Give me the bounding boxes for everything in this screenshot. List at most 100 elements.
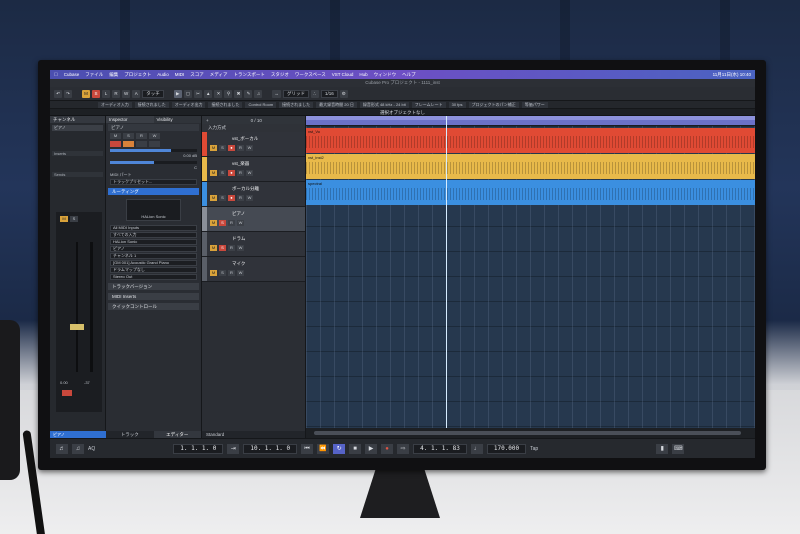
automation-mode-select[interactable]: タッチ <box>142 89 164 98</box>
midi-output-field[interactable]: HALion Sonic <box>110 239 197 245</box>
keyboard-icon[interactable]: ⌨ <box>672 443 685 454</box>
menu-workspace[interactable]: ワークスペース <box>295 72 326 78</box>
apple-icon[interactable]:  <box>54 72 58 78</box>
quick-controls-section[interactable]: クイックコントロール <box>108 303 199 310</box>
audio-event[interactable]: vst_inst2 <box>306 154 755 179</box>
mute-button[interactable]: M <box>82 89 90 98</box>
menu-score[interactable]: スコア <box>190 72 204 78</box>
track-mute-button[interactable]: M <box>210 220 217 226</box>
track-solo-button[interactable]: S <box>219 220 226 226</box>
track-write-button[interactable]: W <box>246 170 253 176</box>
patch-field[interactable]: [GM 001] Acoustic Grand Piano <box>110 260 197 266</box>
track-solo-button[interactable]: S <box>219 170 226 176</box>
position-display[interactable]: 4. 1. 1. 83 <box>413 443 467 454</box>
inspector-track-name[interactable]: ピアノ <box>108 124 199 131</box>
channel-solo-button[interactable]: S <box>70 216 78 222</box>
track-solo-button[interactable]: S <box>219 245 226 251</box>
track-list-footer[interactable]: Standard <box>202 431 305 438</box>
metronome-icon[interactable]: ♬ <box>56 443 68 454</box>
menu-window[interactable]: ウィンドウ <box>374 72 397 78</box>
glue-tool-icon[interactable]: ▲ <box>204 89 213 98</box>
tab-track[interactable]: トラック <box>106 431 154 438</box>
track-write-button[interactable]: W <box>237 245 244 251</box>
midi-input-channel-field[interactable]: すべての入力 <box>110 232 197 238</box>
tab-visibility[interactable]: Visibility <box>154 116 202 123</box>
punch-icon[interactable]: ⇥ <box>227 443 240 454</box>
play-tool-icon[interactable]: ♫ <box>254 89 263 98</box>
track-mute-button[interactable]: M <box>210 245 217 251</box>
menu-vstcloud[interactable]: VST Cloud <box>332 72 354 77</box>
automation-button[interactable]: A <box>132 89 141 98</box>
audio-event[interactable]: spectral <box>306 180 755 205</box>
project-cursor[interactable] <box>446 116 447 428</box>
snap-icon[interactable]: ↔ <box>272 89 281 98</box>
pointer-tool-icon[interactable]: ▶ <box>173 89 182 98</box>
add-track-icon[interactable]: + <box>206 118 209 123</box>
track-mute-button[interactable]: M <box>210 270 217 276</box>
quantize-icon[interactable]: ∴ <box>310 89 319 98</box>
track-row[interactable]: vst_ボーカル M S ● R W <box>202 132 305 157</box>
track-preset-field[interactable]: トラックプリセット... <box>110 179 197 185</box>
record-icon[interactable]: ● <box>381 443 394 454</box>
menu-hub[interactable]: Hub <box>359 72 367 77</box>
write-button[interactable]: W <box>122 89 131 98</box>
grid-type-select[interactable]: グリッド <box>282 89 309 98</box>
quantize-select[interactable]: 1/16 <box>320 89 338 98</box>
go-to-start-icon[interactable]: ⏮ <box>301 443 314 454</box>
tempo-track-icon[interactable]: ♫ <box>72 443 84 454</box>
menu-cubase[interactable]: Cubase <box>64 72 80 77</box>
track-row[interactable]: vst_楽器 M S ● R W <box>202 157 305 182</box>
track-solo-button[interactable]: S <box>219 270 226 276</box>
midi-output-sub-field[interactable]: ピアノ <box>110 246 197 252</box>
monitor-icon[interactable] <box>123 141 134 147</box>
track-row[interactable]: ボーカル分離 M S ● R W <box>202 182 305 207</box>
menu-audio[interactable]: Audio <box>157 72 169 77</box>
sends-section[interactable]: Sends <box>52 172 103 177</box>
tab-channel[interactable]: チャンネル <box>50 116 105 123</box>
menu-transport[interactable]: トランスポート <box>233 72 264 78</box>
track-monitor-button[interactable]: R <box>237 145 244 151</box>
inspector-solo-button[interactable]: S <box>123 133 134 139</box>
menu-edit[interactable]: 編集 <box>109 72 118 78</box>
inspector-write-button[interactable]: W <box>149 133 160 139</box>
track-monitor-button[interactable]: R <box>228 245 235 251</box>
timeline-ruler[interactable] <box>306 116 755 126</box>
tap-button[interactable]: Tap <box>530 446 538 452</box>
erase-tool-icon[interactable]: ✕ <box>214 89 223 98</box>
track-solo-button[interactable]: S <box>219 195 226 201</box>
menu-midi[interactable]: MIDI <box>175 72 185 77</box>
menu-project[interactable]: プロジェクト <box>124 72 151 78</box>
tempo-icon[interactable]: ♩ <box>470 443 483 454</box>
arrange-grid[interactable]: vst_Vo vst_inst2 spectral <box>306 126 755 428</box>
pan-slider[interactable] <box>110 161 197 164</box>
track-write-button[interactable]: W <box>246 195 253 201</box>
aq-label[interactable]: AQ <box>88 446 95 452</box>
track-row[interactable]: ピアノ M S R W <box>202 207 305 232</box>
instrument-slot[interactable]: HALion Sonic <box>126 199 181 221</box>
mute-tool-icon[interactable]: ✖ <box>234 89 243 98</box>
cycle-icon[interactable]: ↻ <box>333 443 346 454</box>
play-icon[interactable]: ▶ <box>365 443 378 454</box>
record-enable-icon[interactable] <box>110 141 121 147</box>
inserts-section[interactable]: Inserts <box>52 151 103 156</box>
redo-icon[interactable]: ↷ <box>64 89 72 98</box>
volume-fader[interactable] <box>70 324 84 330</box>
routing-section[interactable]: ルーティング <box>108 188 199 195</box>
audio-output-field[interactable]: Stereo Out <box>110 274 197 280</box>
read-button[interactable]: R <box>112 89 120 98</box>
track-mute-button[interactable]: M <box>210 170 217 176</box>
cycle-range[interactable] <box>306 116 755 120</box>
listen-button[interactable]: L <box>102 89 110 98</box>
settings-icon[interactable]: ⚙ <box>339 89 348 98</box>
track-mute-button[interactable]: M <box>210 145 217 151</box>
left-locator[interactable]: 1. 1. 1. 0 <box>173 443 224 454</box>
track-row[interactable]: マイク M S R W <box>202 257 305 282</box>
track-monitor-button[interactable]: R <box>237 170 244 176</box>
menu-studio[interactable]: スタジオ <box>271 72 289 78</box>
menu-media[interactable]: メディア <box>210 72 228 78</box>
track-write-button[interactable]: W <box>237 220 244 226</box>
rewind-icon[interactable]: ⏪ <box>317 443 330 454</box>
track-record-button[interactable]: ● <box>228 145 235 151</box>
undo-icon[interactable]: ↶ <box>54 89 62 98</box>
tab-inspector[interactable]: Inspector <box>106 116 154 123</box>
